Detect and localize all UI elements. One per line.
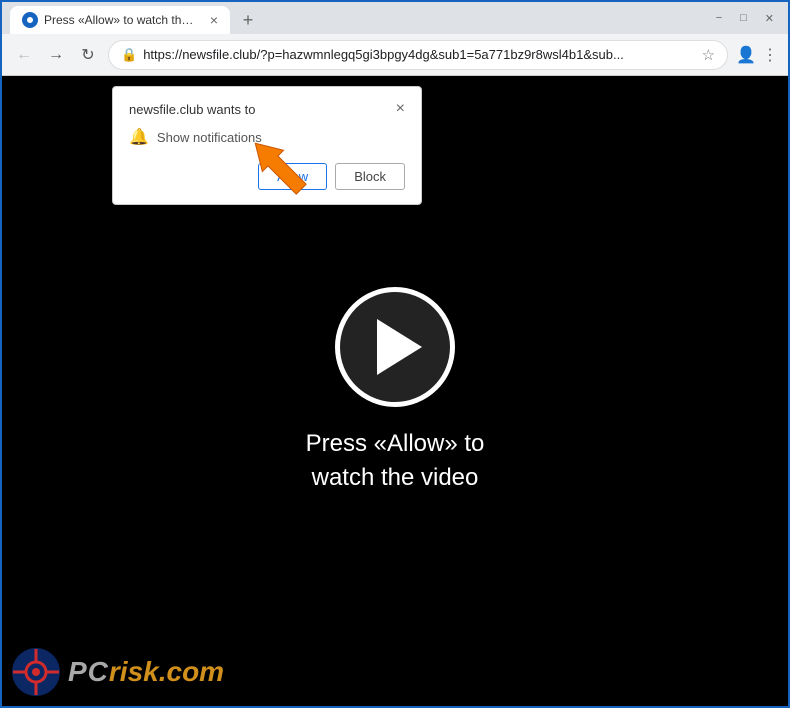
back-button[interactable]: ←	[12, 43, 36, 67]
tab-favicon	[22, 12, 38, 28]
new-tab-button[interactable]: +	[234, 6, 262, 34]
menu-icon[interactable]: ⋮	[762, 45, 778, 65]
url-text: https://newsfile.club/?p=hazwmnlegq5gi3b…	[143, 47, 695, 62]
browser-window: Press «Allow» to watch the video × + − □…	[0, 0, 790, 708]
profile-icon[interactable]: 👤	[736, 45, 756, 65]
notification-row: 🔔 Show notifications	[129, 127, 405, 147]
maximize-button[interactable]: □	[734, 10, 753, 26]
tab-close-button[interactable]: ×	[210, 12, 218, 28]
watermark: PCrisk.com	[12, 648, 224, 696]
address-input-wrap[interactable]: 🔒 https://newsfile.club/?p=hazwmnlegq5gi…	[108, 40, 728, 70]
popup-buttons: Allow Block	[129, 163, 405, 190]
forward-button[interactable]: →	[44, 43, 68, 67]
risk-text: risk.com	[109, 656, 224, 687]
play-triangle-icon	[377, 319, 422, 375]
title-bar: Press «Allow» to watch the video × + − □…	[2, 2, 788, 34]
minimize-button[interactable]: −	[710, 10, 728, 26]
video-prompt-text: Press «Allow» towatch the video	[306, 427, 485, 494]
address-bar: ← → ↻ 🔒 https://newsfile.club/?p=hazwmnl…	[2, 34, 788, 76]
popup-title: newsfile.club wants to	[129, 102, 255, 117]
lock-icon: 🔒	[121, 47, 137, 63]
tab-title: Press «Allow» to watch the video	[44, 13, 200, 27]
pcrisk-logo	[12, 648, 60, 696]
block-button[interactable]: Block	[335, 163, 405, 190]
pc-text: PC	[68, 656, 109, 687]
bookmark-icon[interactable]: ☆	[702, 46, 715, 64]
popup-header: newsfile.club wants to ×	[129, 101, 405, 117]
refresh-button[interactable]: ↻	[76, 43, 100, 67]
close-button[interactable]: ✕	[759, 10, 780, 27]
notification-label: Show notifications	[157, 130, 262, 145]
allow-button[interactable]: Allow	[258, 163, 327, 190]
video-area: Press «Allow» towatch the video	[306, 287, 485, 494]
pcrisk-text: PCrisk.com	[68, 656, 224, 688]
active-tab[interactable]: Press «Allow» to watch the video ×	[10, 6, 230, 34]
bell-icon: 🔔	[129, 127, 149, 147]
address-bar-right-icons: 👤 ⋮	[736, 45, 778, 65]
notification-popup: newsfile.club wants to × 🔔 Show notifica…	[112, 86, 422, 205]
play-button[interactable]	[335, 287, 455, 407]
webpage-content: Press «Allow» towatch the video newsfile…	[2, 76, 788, 706]
popup-close-button[interactable]: ×	[396, 101, 405, 117]
tab-bar: Press «Allow» to watch the video × +	[10, 2, 710, 34]
window-controls: − □ ✕	[710, 10, 780, 27]
